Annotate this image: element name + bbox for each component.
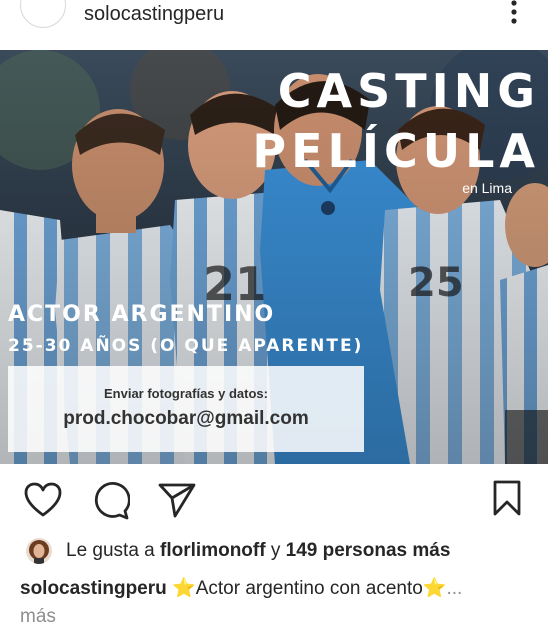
likes-row: Le gusta a florlimonoff y 149 personas m…	[0, 534, 548, 568]
caption-more-link[interactable]: más	[20, 606, 56, 628]
contact-email: prod.chocobar@gmail.com	[63, 408, 309, 429]
post-image[interactable]: 21 25 CASTING PELÍCULA en Lima ACTOR ARG…	[0, 50, 548, 464]
star-icon: ⭐	[172, 578, 196, 599]
liker-avatar[interactable]	[26, 538, 52, 564]
more-vertical-icon[interactable]	[506, 0, 522, 24]
likes-count[interactable]: 149 personas más	[286, 540, 451, 561]
post-header: solocastingperu	[0, 0, 548, 50]
post-location: en Lima	[462, 180, 512, 196]
bookmark-icon[interactable]	[492, 480, 522, 521]
likes-connector: y	[270, 540, 281, 561]
caption: solocastingperu ⭐Actor argentino con ace…	[20, 576, 462, 600]
comment-icon[interactable]	[92, 482, 131, 525]
post-age: 25-30 AÑOS (O QUE APARENTE)	[8, 336, 364, 356]
likes-text: Le gusta a florlimonoff y 149 personas m…	[66, 540, 450, 562]
contact-box: Enviar fotografías y datos: prod.chocoba…	[8, 366, 364, 452]
post-username[interactable]: solocastingperu	[84, 3, 224, 26]
heart-icon[interactable]	[24, 482, 62, 523]
caption-text: Actor argentino con acento	[195, 578, 423, 599]
star-icon: ⭐	[422, 578, 447, 599]
post-title-line2: PELÍCULA	[252, 124, 540, 178]
contact-label: Enviar fotografías y datos:	[104, 386, 268, 401]
post-title-line1: CASTING	[277, 64, 540, 118]
caption-username[interactable]: solocastingperu	[20, 578, 167, 599]
liker-username[interactable]: florlimonoff	[160, 540, 266, 561]
action-bar	[0, 464, 548, 534]
post-role: ACTOR ARGENTINO	[8, 302, 276, 327]
paper-plane-icon[interactable]	[158, 482, 196, 523]
profile-avatar[interactable]	[20, 0, 66, 28]
caption-ellipsis: ...	[446, 578, 463, 599]
likes-prefix: Le gusta a	[66, 540, 155, 561]
